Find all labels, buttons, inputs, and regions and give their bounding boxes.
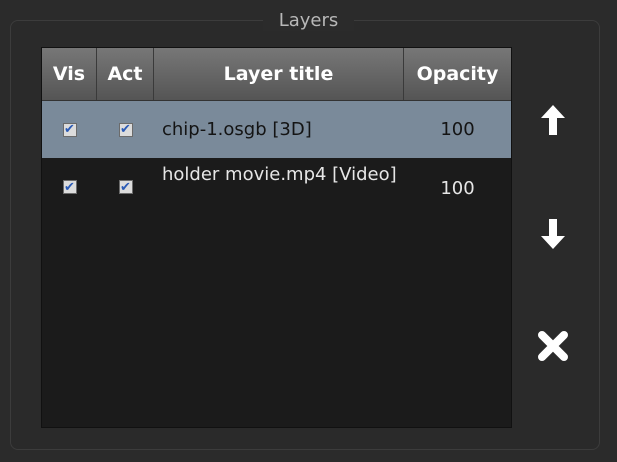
table-row[interactable]: ✔ ✔ chip-1.osgb [3D] 100 xyxy=(42,101,511,158)
header-opacity[interactable]: Opacity xyxy=(404,48,511,100)
cell-act: ✔ xyxy=(97,101,154,158)
active-checkbox[interactable]: ✔ xyxy=(118,122,133,137)
delete-layer-button[interactable] xyxy=(533,326,573,366)
cell-vis: ✔ xyxy=(42,158,97,215)
delete-x-icon xyxy=(538,331,568,361)
layer-title-cell[interactable]: holder movie.mp4 [Video] xyxy=(154,158,404,215)
header-vis[interactable]: Vis xyxy=(42,48,97,100)
layers-panel-title: Layers xyxy=(0,10,617,31)
visible-checkbox[interactable]: ✔ xyxy=(62,180,77,194)
active-checkbox[interactable]: ✔ xyxy=(118,180,133,194)
header-layer-title[interactable]: Layer title xyxy=(154,48,404,100)
table-row[interactable]: ✔ ✔ holder movie.mp4 [Video] 100 xyxy=(42,158,511,215)
cell-act: ✔ xyxy=(97,158,154,215)
header-act[interactable]: Act xyxy=(97,48,154,100)
table-header: Vis Act Layer title Opacity xyxy=(42,48,511,101)
cell-vis: ✔ xyxy=(42,101,97,158)
arrow-down-icon xyxy=(541,219,565,249)
arrow-up-icon xyxy=(541,105,565,135)
opacity-cell[interactable]: 100 xyxy=(404,101,511,158)
move-up-button[interactable] xyxy=(533,100,573,140)
opacity-cell[interactable]: 100 xyxy=(404,158,511,215)
move-down-button[interactable] xyxy=(533,214,573,254)
layer-title-cell[interactable]: chip-1.osgb [3D] xyxy=(154,101,404,158)
visible-checkbox[interactable]: ✔ xyxy=(62,122,77,137)
layers-table: Vis Act Layer title Opacity ✔ ✔ chip-1.o… xyxy=(41,47,512,428)
